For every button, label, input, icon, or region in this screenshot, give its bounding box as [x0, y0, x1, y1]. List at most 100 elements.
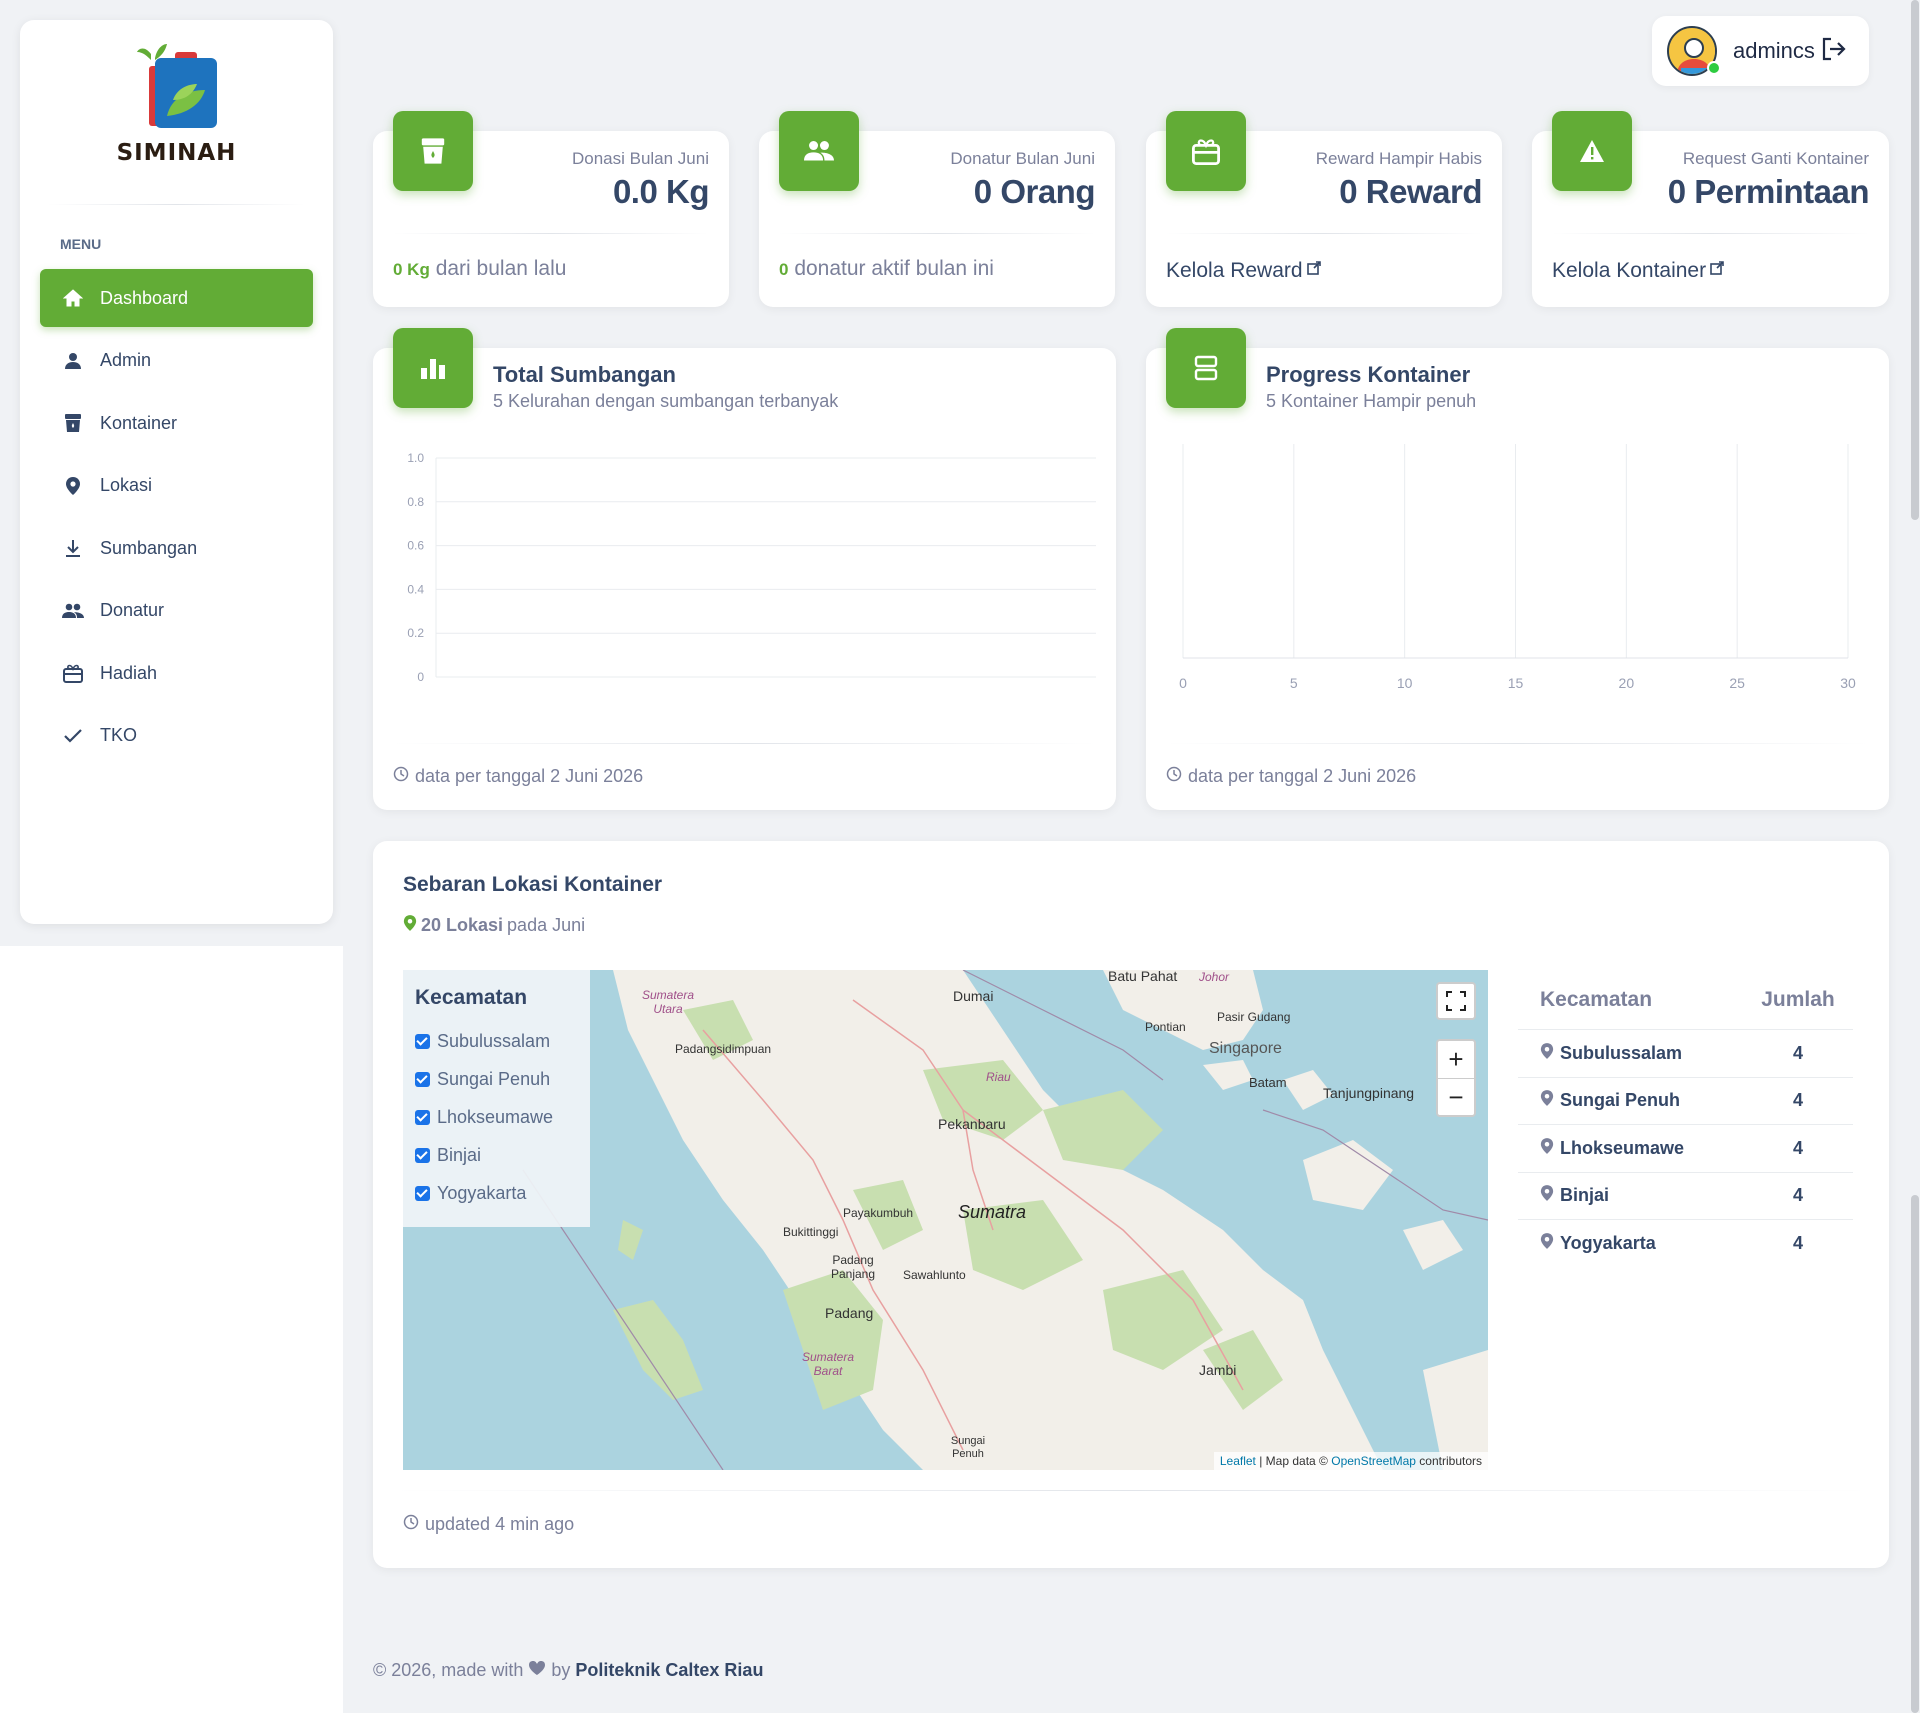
sidebar-item-label: Donatur	[100, 600, 165, 620]
footer-org-link[interactable]: Politeknik Caltex Riau	[575, 1660, 763, 1681]
checkbox[interactable]	[415, 1071, 430, 1087]
zoom-out-button[interactable]: −	[1438, 1078, 1474, 1115]
username: admincs	[1733, 38, 1815, 63]
sidebar-item-hadiah[interactable]: Hadiah	[40, 644, 313, 702]
x-tick-label: 5	[1290, 675, 1298, 691]
checkbox[interactable]	[415, 1185, 430, 1201]
map-attribution: Leaflet | Map data © OpenStreetMap contr…	[1213, 1452, 1488, 1470]
gift-icon	[1166, 111, 1246, 191]
sidebar-item-sumbangan[interactable]: Sumbangan	[40, 519, 313, 577]
sidebar-item-donatur[interactable]: Donatur	[40, 582, 313, 640]
fullscreen-icon	[1446, 991, 1466, 1011]
card-divider	[1166, 233, 1482, 234]
map-place-label: Sumatera Utara	[641, 988, 695, 1016]
kelola-reward-link[interactable]: Kelola Reward	[1166, 257, 1321, 283]
location-pin-icon	[1540, 1042, 1554, 1065]
map-place-label: Payakumbuh	[843, 1206, 914, 1220]
stat-card-donasi: Donasi Bulan Juni 0.0 Kg 0 Kg dari bulan…	[373, 111, 729, 307]
stat-card-reward: Reward Hampir Habis 0 Reward Kelola Rewa…	[1146, 111, 1502, 307]
sidebar-item-lokasi[interactable]: Lokasi	[40, 457, 313, 515]
legend-label: Sungai Penuh	[437, 1068, 551, 1089]
stat-footer-strong: 0 Kg	[393, 260, 430, 279]
sidebar-item-dashboard[interactable]: Dashboard	[40, 269, 313, 327]
legend-label: Binjai	[437, 1144, 482, 1165]
sidebar-item-label: Dashboard	[100, 287, 189, 308]
chart-title: Progress Kontainer	[1266, 362, 1471, 387]
bar-chart-icon	[393, 328, 473, 408]
x-tick-label: 15	[1508, 675, 1524, 691]
sidebar: SIMINAH MENU Dashboard Admin Kontainer L…	[20, 20, 333, 924]
y-tick-label: 0.8	[407, 495, 424, 509]
zoom-in-button[interactable]: +	[1438, 1041, 1474, 1078]
footer-text: © 2026, made with	[373, 1660, 524, 1680]
updated-text: updated 4 min ago	[425, 1514, 575, 1534]
legend-item-binjai[interactable]: Binjai	[415, 1136, 578, 1174]
stat-label: Reward Hampir Habis	[1315, 149, 1482, 168]
map-place-label: Padang	[825, 1305, 874, 1321]
app-logo[interactable]: SIMINAH	[20, 38, 333, 166]
kecamatan-name: Sungai Penuh	[1560, 1090, 1681, 1111]
legend-item-sungai-penuh[interactable]: Sungai Penuh	[415, 1060, 578, 1098]
column-header: Jumlah	[1761, 987, 1835, 1011]
stat-label: Donatur Bulan Juni	[950, 149, 1095, 168]
container-icon	[393, 111, 473, 191]
clock-icon	[393, 766, 409, 787]
table-cell-name: Binjai	[1518, 1184, 1748, 1207]
map-place-label: Sumatra	[958, 1202, 1027, 1222]
map-place-label: Padang Panjang	[830, 1253, 876, 1281]
kelola-kontainer-link[interactable]: Kelola Kontainer	[1552, 257, 1724, 283]
external-link-icon	[1710, 257, 1724, 281]
online-status-dot	[1707, 61, 1721, 75]
chart-footer-text: data per tanggal 2 Juni 2026	[415, 766, 644, 786]
sidebar-divider	[48, 204, 305, 205]
osm-link[interactable]: OpenStreetMap	[1331, 1454, 1416, 1468]
chart-title: Total Sumbangan	[493, 362, 676, 387]
scrollbar-thumb-lower[interactable]	[1911, 1195, 1919, 1713]
logout-icon[interactable]	[1821, 37, 1847, 66]
app-name: SIMINAH	[116, 140, 237, 166]
location-pin-icon	[1540, 1232, 1554, 1255]
fullscreen-button[interactable]	[1436, 982, 1476, 1020]
sidebar-item-label: Hadiah	[100, 662, 158, 683]
checkbox[interactable]	[415, 1033, 430, 1049]
external-link-icon	[1306, 257, 1321, 281]
card-divider	[393, 1490, 1869, 1491]
attribution-suffix: contributors	[1419, 1454, 1482, 1468]
stat-footer-text: dari bulan lalu	[435, 257, 567, 280]
map-place-label: Tanjungpinang	[1323, 1085, 1415, 1101]
heart-icon	[528, 1660, 546, 1681]
table-cell-name: Subulussalam	[1518, 1042, 1748, 1065]
sidebar-item-tko[interactable]: TKO	[40, 707, 313, 765]
checkbox[interactable]	[415, 1109, 430, 1125]
map-section-title: Sebaran Lokasi Kontainer	[403, 873, 663, 896]
x-tick-label: 25	[1729, 675, 1745, 691]
kecamatan-table: Kecamatan Jumlah Subulussalam 4 Sungai P…	[1518, 970, 1853, 1268]
map-place-label: Pekanbaru	[938, 1116, 1006, 1132]
sidebar-item-admin[interactable]: Admin	[40, 332, 313, 390]
map-view[interactable]: Batu Pahat Johor Dumai Sumatera Utara Po…	[403, 970, 1488, 1470]
sidebar-item-kontainer[interactable]: Kontainer	[40, 394, 313, 452]
map-place-label: Johor	[1199, 970, 1230, 984]
user-menu[interactable]: admincs	[1652, 16, 1869, 86]
location-pin-icon	[60, 475, 86, 497]
legend-item-subulussalam[interactable]: Subulussalam	[415, 1022, 578, 1060]
legend-item-yogyakarta[interactable]: Yogyakarta	[415, 1174, 578, 1212]
table-cell-name: Sungai Penuh	[1518, 1089, 1748, 1112]
x-tick-label: 20	[1619, 675, 1635, 691]
x-tick-label: 0	[1179, 675, 1187, 691]
kecamatan-name: Lhokseumawe	[1560, 1137, 1685, 1158]
map-legend: Kecamatan Subulussalam Sungai Penuh Lhok…	[403, 970, 590, 1227]
y-tick-label: 0.6	[407, 539, 424, 553]
map-place-label: Batu Pahat	[1108, 970, 1178, 984]
checkbox[interactable]	[415, 1147, 430, 1163]
sidebar-item-label: Sumbangan	[100, 537, 198, 558]
kecamatan-name: Binjai	[1560, 1185, 1610, 1206]
map-place-label: Dumai	[953, 988, 994, 1004]
table-row: Lhokseumawe 4	[1518, 1125, 1853, 1173]
legend-item-lhokseumawe[interactable]: Lhokseumawe	[415, 1098, 578, 1136]
zoom-control: + −	[1436, 1039, 1476, 1117]
map-place-label: Sungai Penuh	[950, 1435, 986, 1460]
map-place-label: Bukittinggi	[783, 1225, 839, 1239]
leaflet-link[interactable]: Leaflet	[1220, 1454, 1256, 1468]
scrollbar-thumb[interactable]	[1911, 0, 1919, 520]
